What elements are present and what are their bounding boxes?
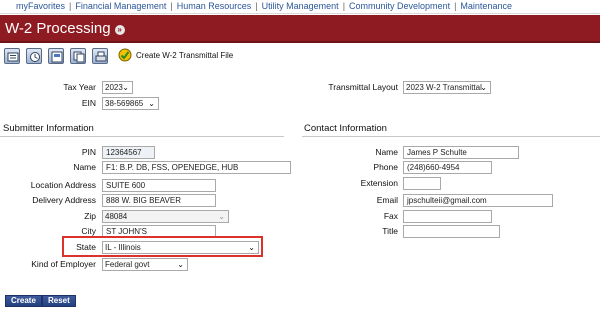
copy-icon[interactable]	[70, 48, 86, 64]
reset-button[interactable]: Reset	[42, 295, 76, 307]
state-value: IL - Illinois	[105, 243, 141, 252]
chevron-down-icon: ⌄	[480, 83, 487, 92]
contact-name-field[interactable]: James P Schulte	[403, 146, 519, 159]
delivery-address-label: Delivery Address	[32, 195, 96, 205]
preview-icon[interactable]	[48, 48, 64, 64]
process-icon[interactable]	[26, 48, 42, 64]
title-label: Title	[382, 226, 398, 236]
state-select[interactable]: IL - Illinois ⌄	[102, 241, 259, 254]
email-field[interactable]: jpschulteii@gmail.com	[403, 194, 553, 207]
tax-year-value: 2023	[105, 83, 123, 92]
page-title-wrap: W-2 Processing»	[5, 20, 125, 37]
print-icon[interactable]	[92, 48, 108, 64]
kind-of-employer-select[interactable]: Federal govt ⌄	[102, 258, 188, 271]
chevron-down-icon: ⌄	[248, 243, 255, 252]
delivery-address-field[interactable]: 888 W. BIG BEAVER	[102, 194, 216, 207]
location-address-label: Location Address	[30, 180, 96, 190]
submitter-divider	[0, 136, 284, 137]
nav-separator: |	[454, 1, 457, 11]
nav-maintenance[interactable]: Maintenance	[460, 1, 512, 11]
contact-divider	[302, 136, 600, 137]
email-label: Email	[376, 195, 398, 205]
nav-community-development[interactable]: Community Development	[349, 1, 450, 11]
nav-human-resources[interactable]: Human Resources	[177, 1, 252, 11]
fax-field[interactable]	[403, 210, 492, 223]
pin-label: PIN	[81, 147, 96, 157]
double-chevron-icon[interactable]: »	[114, 25, 125, 35]
extension-label: Extension	[360, 178, 398, 188]
submitter-name-label: Name	[73, 162, 96, 172]
location-address-field[interactable]: SUITE 600	[102, 179, 216, 192]
zip-select[interactable]: 48084 ⌄	[102, 210, 229, 223]
title-bar: W-2 Processing»	[0, 15, 600, 43]
nav-financial-management[interactable]: Financial Management	[75, 1, 166, 11]
chevron-down-icon: ⌄	[177, 260, 184, 269]
chevron-down-icon: ⌄	[148, 99, 155, 108]
transmittal-layout-select[interactable]: 2023 W-2 Transmittal ⌄	[403, 81, 491, 94]
top-navigation: myFavorites | Financial Management | Human R…	[0, 0, 600, 14]
nav-separator: |	[170, 1, 173, 11]
kind-of-employer-value: Federal govt	[105, 260, 150, 269]
city-label: City	[81, 226, 96, 236]
contact-section-title: Contact Information	[304, 123, 387, 134]
extension-field[interactable]	[403, 177, 441, 190]
page-title: W-2 Processing	[5, 20, 111, 37]
nav-myfavorites[interactable]: myFavorites	[16, 1, 65, 11]
nav-separator: |	[255, 1, 258, 11]
nav-utility-management[interactable]: Utility Management	[262, 1, 339, 11]
fax-label: Fax	[383, 211, 398, 221]
printer-report-icon[interactable]	[4, 48, 20, 64]
pin-field[interactable]: 12364567	[102, 146, 155, 159]
create-file-icon	[118, 48, 132, 62]
chevron-down-icon: ⌄	[218, 212, 225, 221]
tax-year-select[interactable]: 2023 ⌄	[102, 81, 133, 94]
kind-of-employer-label: Kind of Employer	[31, 259, 96, 269]
tax-year-label: Tax Year	[63, 82, 96, 92]
ein-label: EIN	[81, 98, 96, 108]
submitter-name-field[interactable]: F1: B.P. DB, FSS, OPENEDGE, HUB	[102, 161, 291, 174]
zip-label: Zip	[84, 211, 96, 221]
phone-field[interactable]: (248)660-4954	[403, 161, 492, 174]
nav-separator: |	[69, 1, 72, 11]
zip-value: 48084	[105, 212, 128, 221]
title-field[interactable]	[403, 225, 500, 238]
state-label: State	[76, 242, 96, 252]
contact-name-label: Name	[375, 147, 398, 157]
create-file-label: Create W-2 Transmittal File	[136, 51, 234, 60]
transmittal-layout-value: 2023 W-2 Transmittal	[406, 83, 482, 92]
phone-label: Phone	[373, 162, 398, 172]
submitter-section-title: Submitter Information	[3, 123, 94, 134]
ein-value: 38-569865	[105, 99, 144, 108]
nav-separator: |	[342, 1, 346, 11]
transmittal-layout-label: Transmittal Layout	[328, 82, 398, 92]
ein-select[interactable]: 38-569865 ⌄	[102, 97, 159, 110]
create-button[interactable]: Create	[5, 295, 42, 307]
chevron-down-icon: ⌄	[122, 83, 129, 92]
